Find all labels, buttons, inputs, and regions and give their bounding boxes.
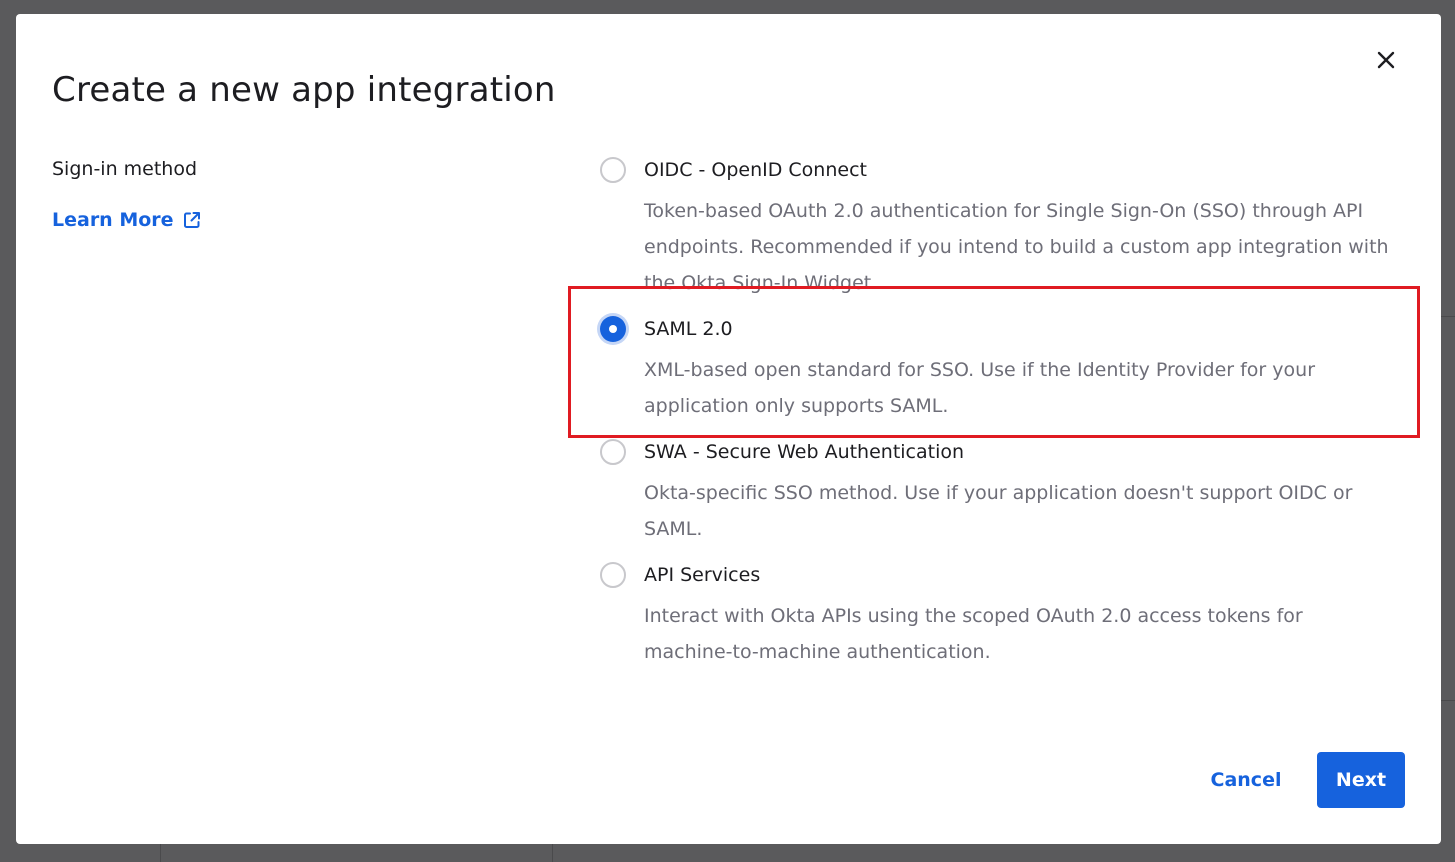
option-api-services[interactable]: API Services Interact with Okta APIs usi… — [600, 562, 1400, 663]
option-description: XML-based open standard for SSO. Use if … — [644, 359, 1316, 417]
radio-saml[interactable] — [600, 316, 626, 342]
dialog-title: Create a new app integration — [52, 70, 556, 110]
learn-more-link[interactable]: Learn More — [52, 209, 202, 231]
option-description: Interact with Okta APIs using the scoped… — [644, 605, 1303, 663]
option-swa[interactable]: SWA - Secure Web Authentication Okta-spe… — [600, 439, 1400, 540]
option-label: OIDC - OpenID Connect — [644, 159, 867, 181]
option-label: SWA - Secure Web Authentication — [644, 441, 965, 463]
option-label: SAML 2.0 — [644, 318, 733, 340]
radio-swa[interactable] — [600, 439, 626, 465]
close-button[interactable] — [1374, 48, 1398, 72]
option-label: API Services — [644, 564, 761, 586]
external-link-icon — [183, 212, 200, 228]
option-saml[interactable]: SAML 2.0 XML-based open standard for SSO… — [600, 316, 1400, 417]
radio-api-services[interactable] — [600, 562, 626, 588]
backdrop-divider — [1441, 316, 1455, 317]
radio-oidc[interactable] — [600, 157, 626, 183]
create-app-integration-dialog: Create a new app integration Sign-in met… — [16, 14, 1441, 844]
option-description: Okta-specific SSO method. Use if your ap… — [644, 482, 1353, 540]
cancel-button[interactable]: Cancel — [1196, 752, 1296, 808]
backdrop-divider — [160, 844, 161, 862]
learn-more-label: Learn More — [52, 209, 174, 231]
close-icon — [1377, 51, 1395, 69]
option-oidc[interactable]: OIDC - OpenID Connect Token-based OAuth … — [600, 157, 1400, 294]
backdrop-divider — [1441, 700, 1455, 701]
next-button[interactable]: Next — [1317, 752, 1405, 808]
option-description: Token-based OAuth 2.0 authentication for… — [644, 200, 1389, 294]
sign-in-method-label: Sign-in method — [52, 158, 198, 180]
backdrop-divider — [552, 844, 553, 862]
